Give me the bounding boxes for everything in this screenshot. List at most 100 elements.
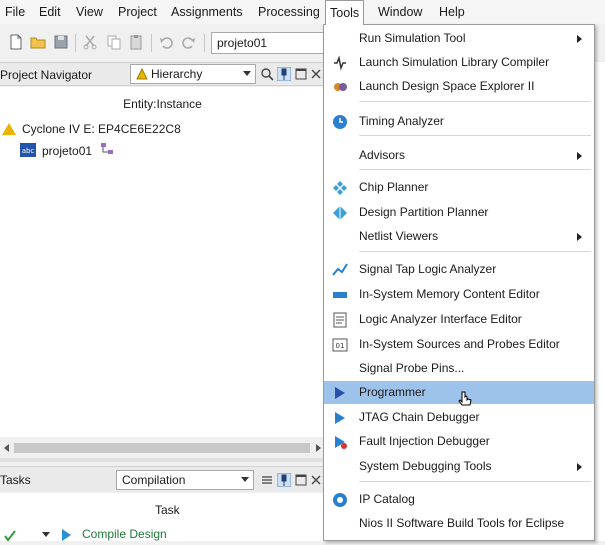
menu-item-timing-analyzer[interactable]: Timing Analyzer: [324, 110, 594, 133]
timing-analyzer-icon: [333, 115, 347, 129]
toolbar-separator: [151, 34, 152, 52]
close-icon[interactable]: [309, 473, 323, 487]
menu-separator: [359, 251, 591, 252]
submenu-arrow-icon: [577, 35, 582, 43]
compile-design-task[interactable]: Compile Design: [82, 527, 167, 541]
task-row[interactable]: Compile Design: [0, 527, 325, 545]
menu-item-system-debugging-tools[interactable]: System Debugging Tools: [324, 455, 594, 478]
task-menu-icon[interactable]: [260, 473, 274, 487]
scroll-left-icon[interactable]: [4, 444, 9, 452]
device-label: Cyclone IV E: EP4CE6E22C8: [22, 122, 181, 136]
checkmark-icon: [4, 530, 16, 542]
pin-icon[interactable]: [277, 67, 291, 81]
menu-separator: [359, 169, 591, 170]
project-combo[interactable]: projeto01: [211, 32, 331, 54]
top-entity-label: projeto01: [42, 144, 93, 158]
memory-editor-icon: [333, 292, 347, 298]
float-window-icon[interactable]: [294, 473, 308, 487]
menu-item-in-system-sources-and-probes-editor[interactable]: 01 In-System Sources and Probes Editor: [324, 333, 594, 356]
new-file-icon[interactable]: [8, 34, 24, 50]
entity-instance-header[interactable]: Entity:Instance: [0, 97, 325, 111]
menu-separator: [359, 481, 591, 482]
menu-item-nios-ii-software-build-tools[interactable]: Nios II Software Build Tools for Eclipse: [324, 512, 594, 535]
paste-icon[interactable]: [128, 34, 144, 50]
compilation-combo[interactable]: Compilation: [116, 470, 254, 490]
tools-menu: Run Simulation Tool Launch Simulation Li…: [323, 24, 595, 541]
programmer-icon: [335, 387, 345, 399]
signal-tap-icon: [332, 263, 348, 276]
submenu-arrow-icon: [577, 463, 582, 471]
tasks-panel: Task Compile Design: [0, 493, 325, 542]
pin-icon[interactable]: [277, 473, 291, 487]
play-icon: [62, 529, 71, 541]
menu-assignments[interactable]: Assignments: [168, 4, 246, 22]
menu-item-launch-design-space-explorer[interactable]: Launch Design Space Explorer II: [324, 75, 594, 98]
scrollbar-thumb[interactable]: [14, 443, 310, 453]
fault-injection-icon: [335, 436, 347, 449]
menu-item-launch-simulation-library-compiler[interactable]: Launch Simulation Library Compiler: [324, 51, 594, 74]
chip-planner-icon: [333, 181, 347, 195]
menu-project[interactable]: Project: [115, 4, 160, 22]
menu-item-design-partition-planner[interactable]: Design Partition Planner: [324, 201, 594, 224]
dse-icon: [334, 83, 347, 91]
tasks-title: Tasks: [0, 473, 31, 487]
menu-window[interactable]: Window: [375, 4, 425, 22]
expand-chevron-icon[interactable]: [42, 532, 50, 537]
close-icon[interactable]: [309, 67, 323, 81]
task-column-header[interactable]: Task: [155, 503, 180, 517]
menu-item-in-system-memory-content-editor[interactable]: In-System Memory Content Editor: [324, 283, 594, 306]
mouse-cursor-icon: [458, 391, 472, 406]
menu-item-signal-probe-pins[interactable]: Signal Probe Pins...: [324, 357, 594, 380]
scroll-right-icon[interactable]: [316, 444, 321, 452]
hierarchy-icon: [136, 68, 148, 80]
hierarchy-combo[interactable]: Hierarchy: [130, 64, 256, 84]
entity-abc-icon: abc: [20, 143, 36, 157]
search-icon[interactable]: [260, 67, 274, 81]
menu-item-advisors[interactable]: Advisors: [324, 144, 594, 167]
menu-item-netlist-viewers[interactable]: Netlist Viewers: [324, 225, 594, 248]
tasks-header: Tasks Compilation: [0, 466, 325, 492]
redo-icon[interactable]: [181, 34, 197, 50]
undo-icon[interactable]: [158, 34, 174, 50]
menu-separator: [359, 101, 591, 102]
jtag-icon: [335, 412, 345, 424]
toolbar-separator: [204, 34, 205, 52]
menu-item-run-simulation-tool[interactable]: Run Simulation Tool: [324, 27, 594, 50]
menu-item-fault-injection-debugger[interactable]: Fault Injection Debugger: [324, 430, 594, 453]
lai-editor-icon: [333, 312, 347, 328]
menu-edit[interactable]: Edit: [36, 4, 64, 22]
menu-item-logic-analyzer-interface-editor[interactable]: Logic Analyzer Interface Editor: [324, 308, 594, 331]
hierarchy-link-icon: [101, 143, 113, 154]
menu-help[interactable]: Help: [436, 4, 468, 22]
submenu-arrow-icon: [577, 233, 582, 241]
chevron-down-icon: [241, 477, 249, 482]
svg-text:abc: abc: [22, 147, 35, 155]
menu-item-chip-planner[interactable]: Chip Planner: [324, 176, 594, 199]
device-warning-icon: [2, 123, 16, 135]
chevron-down-icon: [243, 71, 251, 76]
partition-planner-icon: [333, 206, 347, 220]
submenu-arrow-icon: [577, 152, 582, 160]
open-folder-icon[interactable]: [30, 34, 46, 50]
menu-separator: [359, 135, 591, 136]
main-toolbar: projeto01: [0, 28, 331, 58]
menu-file[interactable]: File: [2, 4, 28, 22]
save-icon[interactable]: [53, 34, 69, 50]
hierarchy-tree: Entity:Instance Cyclone IV E: EP4CE6E22C…: [0, 87, 325, 437]
horizontal-scrollbar[interactable]: [0, 441, 325, 455]
cut-icon[interactable]: [82, 34, 98, 50]
menu-item-ip-catalog[interactable]: IP Catalog: [324, 488, 594, 511]
menu-view[interactable]: View: [73, 4, 106, 22]
hierarchy-combo-label: Hierarchy: [151, 67, 203, 81]
menu-tools[interactable]: Tools: [325, 0, 365, 25]
sources-probes-icon: 01: [332, 338, 348, 352]
copy-icon[interactable]: [106, 34, 122, 50]
toolbar-separator: [75, 34, 76, 52]
sim-lib-compiler-icon: [334, 55, 346, 71]
project-navigator-title: Project Navigator: [0, 68, 93, 82]
menu-bar: File Edit View Project Assignments Proce…: [0, 0, 605, 25]
menu-processing[interactable]: Processing: [255, 4, 323, 22]
float-window-icon[interactable]: [294, 67, 308, 81]
pane-splitter[interactable]: [0, 458, 325, 462]
menu-item-signal-tap-logic-analyzer[interactable]: Signal Tap Logic Analyzer: [324, 258, 594, 281]
